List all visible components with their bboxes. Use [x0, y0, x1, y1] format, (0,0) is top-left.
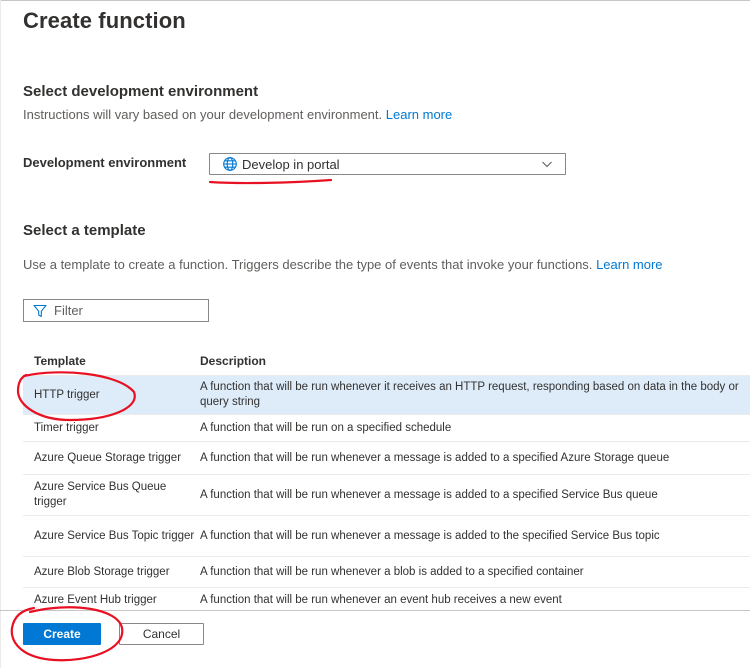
chevron-down-icon — [541, 158, 553, 170]
template-description-cell: A function that will be run whenever it … — [200, 381, 739, 408]
dev-env-description-text: Instructions will vary based on your dev… — [23, 107, 383, 122]
template-name: Azure Event Hub trigger — [34, 593, 157, 606]
globe-icon — [222, 156, 238, 172]
footer-divider — [0, 610, 750, 611]
template-name: Timer trigger — [34, 421, 99, 434]
template-description-cell: A function that will be run whenever a b… — [200, 565, 584, 578]
table-row[interactable]: Azure Event Hub trigger A function that … — [23, 588, 750, 612]
column-header-template[interactable]: Template — [23, 354, 200, 368]
template-name: Azure Blob Storage trigger — [34, 565, 170, 578]
table-header: Template Description — [23, 346, 750, 376]
column-header-description[interactable]: Description — [200, 354, 750, 368]
template-description-text: Use a template to create a function. Tri… — [23, 257, 593, 272]
dev-env-heading: Select development environment — [23, 83, 259, 100]
page-title: Create function — [23, 8, 186, 33]
table-row[interactable]: HTTP trigger A function that will be run… — [23, 376, 750, 415]
top-border — [0, 0, 750, 1]
table-row[interactable]: Azure Blob Storage trigger A function th… — [23, 557, 750, 588]
template-description: Use a template to create a function. Tri… — [23, 257, 663, 272]
table-row[interactable]: Azure Service Bus Queue trigger A functi… — [23, 475, 750, 516]
template-name: HTTP trigger — [34, 388, 100, 401]
template-name: Azure Service Bus Queue trigger — [34, 481, 167, 508]
table-row[interactable]: Azure Queue Storage trigger A function t… — [23, 442, 750, 475]
template-learn-more-link[interactable]: Learn more — [596, 257, 662, 272]
template-description-cell: A function that will be run whenever an … — [200, 593, 562, 606]
template-description-cell: A function that will be run whenever a m… — [200, 488, 658, 501]
cancel-button[interactable]: Cancel — [119, 623, 204, 645]
panel-left-edge — [0, 0, 1, 668]
template-filter-input[interactable] — [54, 303, 194, 318]
template-description-cell: A function that will be run whenever a m… — [200, 529, 660, 542]
table-row[interactable]: Timer trigger A function that will be ru… — [23, 415, 750, 442]
template-filter-box[interactable] — [23, 299, 209, 322]
dev-env-selected-value: Develop in portal — [242, 156, 340, 172]
dev-env-description: Instructions will vary based on your dev… — [23, 107, 452, 122]
template-description-cell: A function that will be run on a specifi… — [200, 421, 452, 434]
create-button[interactable]: Create — [23, 623, 101, 645]
dev-env-dropdown[interactable]: Develop in portal — [209, 153, 566, 175]
template-name: Azure Queue Storage trigger — [34, 451, 182, 464]
annotation-underline — [208, 178, 333, 185]
dev-env-field-label: Development environment — [23, 155, 187, 170]
template-name: Azure Service Bus Topic trigger — [34, 529, 195, 542]
filter-icon — [33, 304, 47, 318]
table-row[interactable]: Azure Service Bus Topic trigger A functi… — [23, 516, 750, 557]
dev-env-learn-more-link[interactable]: Learn more — [386, 107, 452, 122]
template-description-cell: A function that will be run whenever a m… — [200, 451, 670, 464]
template-heading: Select a template — [23, 222, 146, 239]
template-table: Template Description HTTP trigger A func… — [23, 346, 750, 612]
